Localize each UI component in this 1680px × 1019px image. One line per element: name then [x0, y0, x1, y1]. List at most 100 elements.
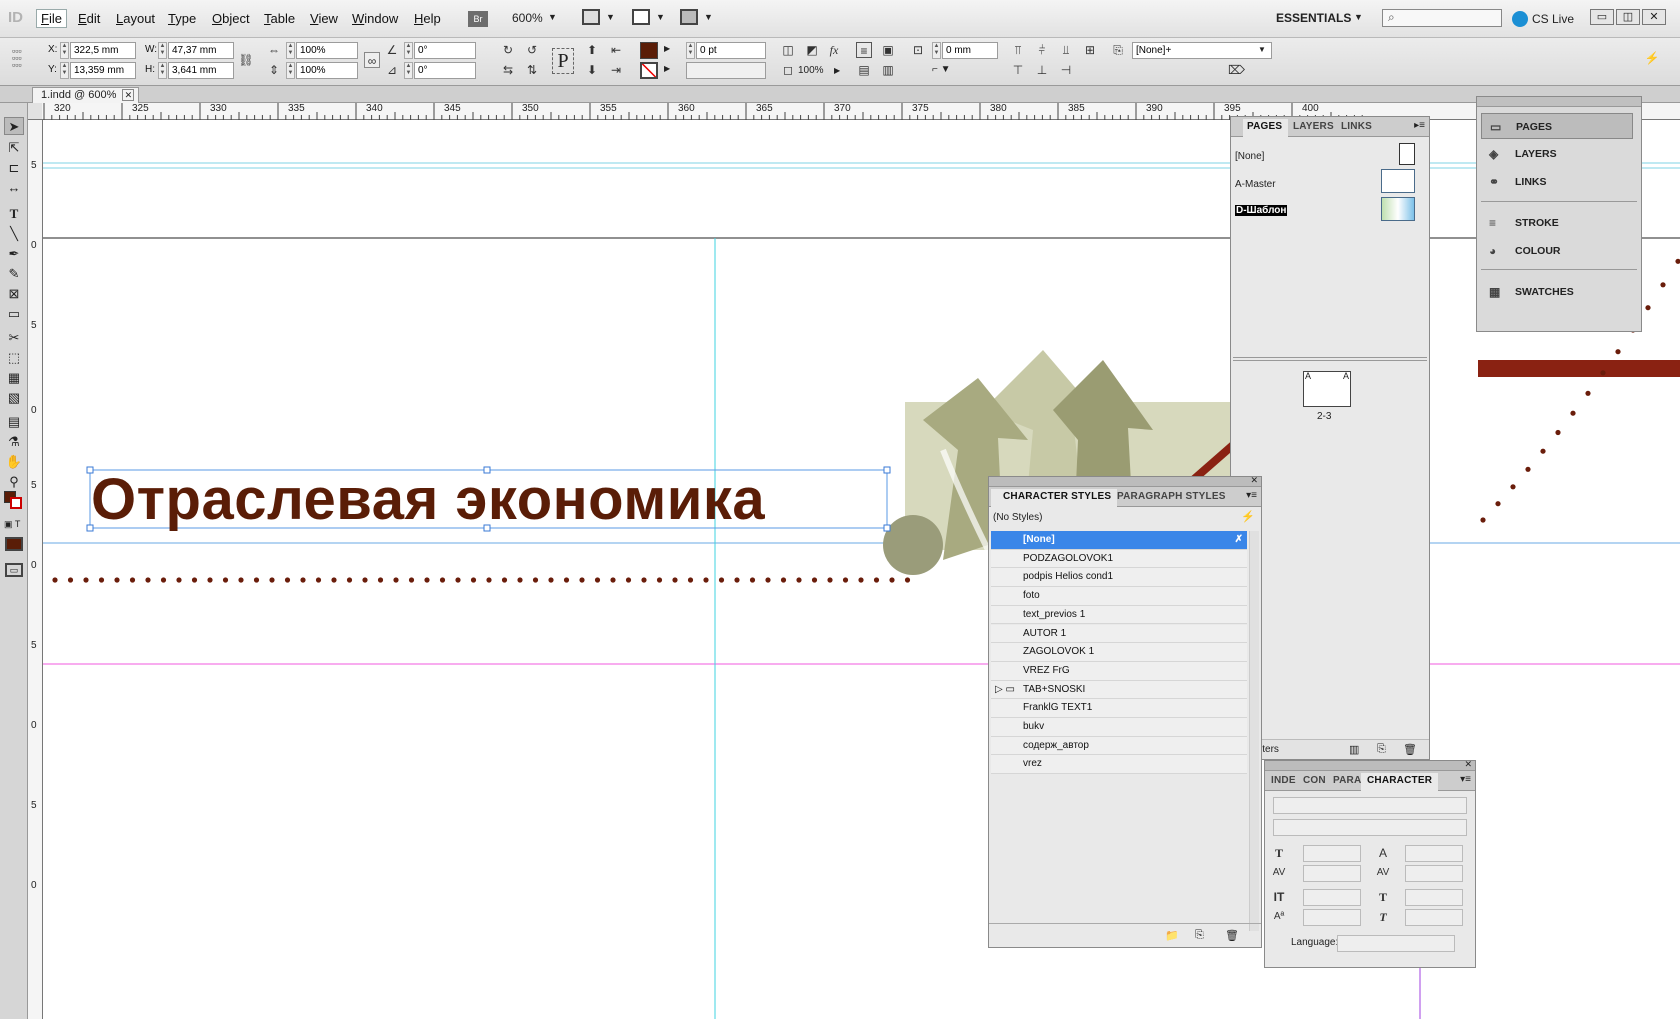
constrain-proportions-icon[interactable]: ⛓ [238, 52, 254, 68]
scale-y-stepper[interactable]: ▲ ▼ [286, 62, 295, 79]
tab-index[interactable]: INDE [1271, 775, 1296, 786]
list-item[interactable]: PODZAGOLOVOK1 [991, 549, 1247, 569]
align-right-icon[interactable]: ⊣ [1058, 62, 1074, 78]
horizontal-scale-field[interactable] [1405, 889, 1463, 906]
chevron-right-icon[interactable]: ▶ [664, 44, 670, 53]
flip-horizontal-icon[interactable]: ⇆ [500, 62, 516, 78]
hand-tool-icon[interactable]: ✋ [4, 453, 24, 471]
x-stepper[interactable]: ▲ ▼ [60, 42, 69, 59]
master-item-d[interactable]: D-Шаблон [1235, 205, 1288, 216]
selection-tool-icon[interactable]: ➤ [4, 117, 24, 135]
scale-x-field[interactable]: 100% [296, 42, 358, 59]
close-icon[interactable]: ✕ [1250, 475, 1258, 486]
chevron-down-icon[interactable]: ▼ [704, 12, 713, 22]
h-stepper[interactable]: ▲ ▼ [158, 62, 167, 79]
screen-mode-icon[interactable] [632, 9, 650, 25]
chevron-right-icon[interactable]: ▶ [664, 64, 670, 73]
menu-window[interactable]: Window [352, 11, 398, 26]
y-position-field[interactable]: 13,359 mm [70, 62, 136, 79]
zoom-level-dropdown[interactable]: 600% [512, 11, 543, 25]
menu-file[interactable]: File [36, 9, 67, 28]
tracking-field[interactable] [1405, 865, 1463, 882]
gap-tool-icon[interactable]: ↔ [4, 179, 24, 197]
dock-header[interactable] [1477, 97, 1641, 107]
link-scale-icon[interactable]: ∞ [364, 52, 380, 68]
font-style-dropdown[interactable] [1273, 819, 1467, 836]
maximize-button[interactable]: ◫ [1616, 9, 1640, 25]
direct-selection-tool-icon[interactable]: ⇱ [4, 139, 24, 157]
master-item-none[interactable]: [None] [1235, 151, 1264, 162]
list-item[interactable]: VREZ FrG [991, 661, 1247, 681]
view-options-icon[interactable] [582, 9, 600, 25]
cslive-icon[interactable] [1512, 11, 1528, 27]
tab-paragraph[interactable]: PARA [1333, 775, 1361, 786]
stroke-color-swatch[interactable] [10, 497, 22, 509]
align-hcenter-icon[interactable]: ⊥ [1034, 62, 1050, 78]
stroke-weight-field[interactable]: 0 pt [696, 42, 766, 59]
select-previous-icon[interactable]: ⇤ [608, 42, 624, 58]
scale-x-stepper[interactable]: ▲ ▼ [286, 42, 295, 59]
workspace-switcher[interactable]: ESSENTIALS [1276, 11, 1351, 25]
free-transform-tool-icon[interactable]: ⬚ [4, 349, 24, 367]
shear-angle-field[interactable]: 0° [414, 62, 476, 79]
scissors-tool-icon[interactable]: ✂ [4, 329, 24, 347]
list-item[interactable]: podpis Helios cond1 [991, 568, 1247, 588]
gradient-feather-tool-icon[interactable]: ▧ [4, 389, 24, 407]
frame-fitting-icon[interactable]: ⊡ [910, 42, 926, 58]
folder-icon[interactable]: ▷ ▭ [995, 681, 1015, 700]
offset-field[interactable]: 0 mm [942, 42, 998, 59]
document-tab[interactable]: 1.indd @ 600% ✕ [32, 87, 140, 103]
language-dropdown[interactable] [1337, 935, 1455, 952]
text-wrap-bbox-icon[interactable]: ▣ [880, 42, 896, 58]
text-wrap-none-icon[interactable]: ≡ [856, 42, 872, 58]
tab-paragraph-styles[interactable]: PARAGRAPH STYLES [1117, 491, 1226, 502]
panel-menu-icon[interactable]: ▾≡ [1460, 774, 1471, 785]
rotate-cw-icon[interactable]: ↻ [500, 42, 516, 58]
list-item[interactable]: foto [991, 587, 1247, 606]
cslive-label[interactable]: CS Live [1532, 12, 1574, 26]
stroke-none-swatch[interactable] [640, 62, 658, 79]
font-family-dropdown[interactable] [1273, 797, 1467, 814]
tab-character-styles[interactable]: CHARACTER STYLES [991, 489, 1118, 507]
rotate-angle-field[interactable]: 0° [414, 42, 476, 59]
horizontal-ruler[interactable]: 320 325 330 335 340 345 350 355 360 365 … [42, 103, 1680, 120]
width-field[interactable]: 47,37 mm [168, 42, 234, 59]
chevron-down-icon[interactable]: ▼ [1258, 45, 1266, 54]
gradient-tool-icon[interactable]: ▦ [4, 369, 24, 387]
pen-tool-icon[interactable]: ✒ [4, 245, 24, 263]
chevron-down-icon[interactable]: ▼ [606, 12, 615, 22]
panel-divider[interactable] [1233, 357, 1427, 361]
new-page-icon[interactable]: ⎘ [1377, 743, 1386, 756]
menu-table[interactable]: Table [264, 11, 295, 26]
y-stepper[interactable]: ▲ ▼ [60, 62, 69, 79]
list-item[interactable]: ZAGOLOVOK 1 [991, 643, 1247, 662]
list-item[interactable]: содерж_автор [991, 736, 1247, 756]
list-item[interactable]: TAB+SNOSKI ▷ ▭ [991, 680, 1247, 700]
align-bottom-icon[interactable]: ⫫ [1058, 42, 1074, 58]
scale-y-field[interactable]: 100% [296, 62, 358, 79]
stroke-weight-stepper[interactable]: ▲ ▼ [686, 42, 695, 59]
stroke-type-dropdown[interactable] [686, 62, 766, 79]
menu-object[interactable]: Object [212, 11, 250, 26]
list-item[interactable]: vrez [991, 755, 1247, 775]
format-container-icon[interactable]: ▣ T [4, 519, 20, 530]
offset-stepper[interactable]: ▲ ▼ [932, 42, 941, 59]
x-position-field[interactable]: 322,5 mm [70, 42, 136, 59]
fx-icon[interactable]: fx [826, 42, 842, 58]
list-item[interactable]: AUTOR 1 [991, 624, 1247, 644]
dock-stroke[interactable]: ≡ STROKE [1481, 210, 1633, 236]
lightning-icon[interactable]: ⚡ [1241, 510, 1255, 523]
page-size-icon[interactable]: ▥ [1349, 743, 1359, 756]
align-top-icon[interactable]: ⫪ [1010, 42, 1026, 58]
list-item[interactable]: FranklG TEXT1 [991, 699, 1247, 718]
tab-character[interactable]: CHARACTER [1361, 773, 1439, 791]
list-item[interactable]: text_previos 1 [991, 605, 1247, 625]
vertical-ruler[interactable]: 5 0 5 0 5 0 5 0 5 0 [28, 120, 43, 1019]
screen-mode-normal-icon[interactable]: ▭ [5, 563, 23, 577]
type-tool-icon[interactable]: T [4, 205, 24, 223]
apply-color-icon[interactable] [5, 537, 23, 551]
trash-icon[interactable]: 🗑 [1403, 743, 1417, 756]
bridge-button[interactable]: Br [468, 11, 488, 27]
tab-links[interactable]: LINKS [1341, 121, 1372, 132]
rotate-ccw-icon[interactable]: ↺ [524, 42, 540, 58]
